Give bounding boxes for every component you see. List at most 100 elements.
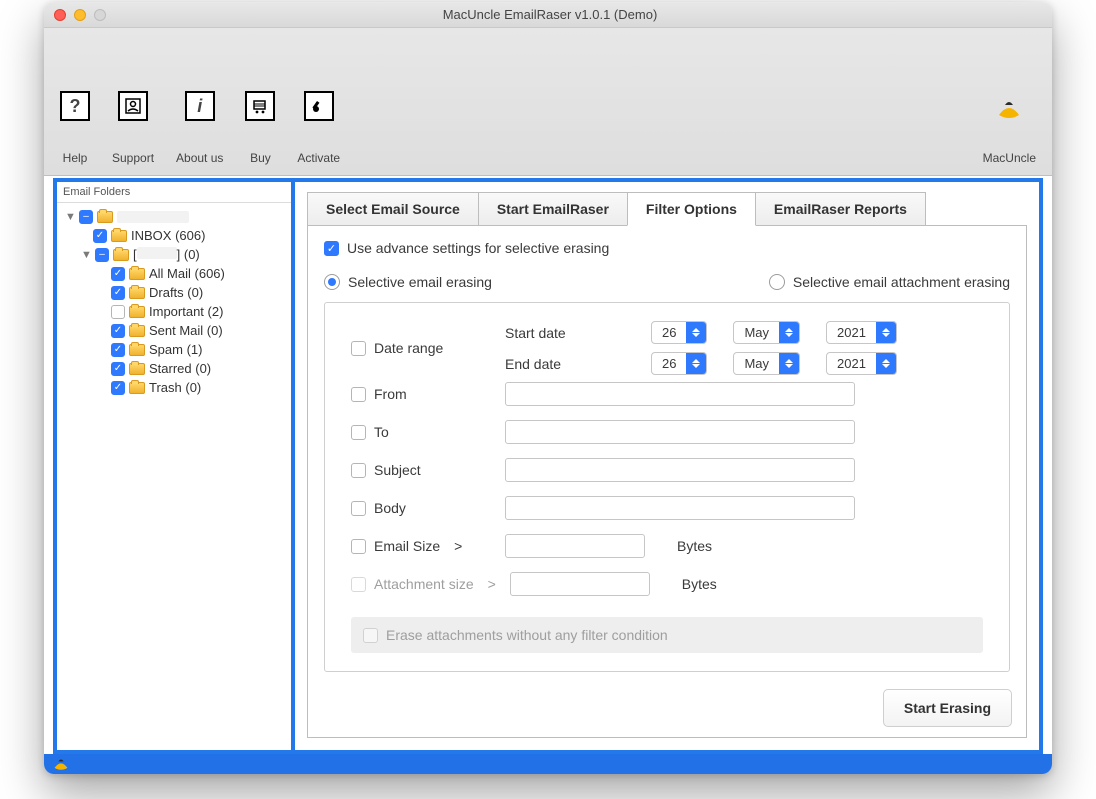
subject-label: Subject bbox=[374, 462, 421, 478]
toolbar-activate[interactable]: Activate bbox=[297, 91, 340, 175]
end-year-select[interactable]: 2021 bbox=[826, 352, 897, 375]
email-size-input[interactable] bbox=[505, 534, 645, 558]
checkbox[interactable]: ✓ bbox=[111, 324, 125, 338]
tree-gmail[interactable]: ▼ – [] (0) bbox=[63, 245, 291, 264]
tab-bar: Select Email Source Start EmailRaser Fil… bbox=[307, 192, 1027, 226]
folder-icon bbox=[129, 287, 145, 299]
traffic-lights bbox=[54, 9, 106, 21]
folder-label: INBOX (606) bbox=[131, 228, 205, 243]
gt-symbol: > bbox=[488, 576, 496, 592]
folder-icon bbox=[129, 268, 145, 280]
folder-label: Sent Mail (0) bbox=[149, 323, 223, 338]
content: Email Folders ▼ – ✓ INBOX (606) ▼ – bbox=[53, 178, 1043, 754]
checkbox[interactable]: ✓ bbox=[111, 343, 125, 357]
disclosure-icon[interactable]: ▼ bbox=[81, 249, 91, 261]
from-label: From bbox=[374, 386, 407, 402]
from-input[interactable] bbox=[505, 382, 855, 406]
toolbar-buy[interactable]: Buy bbox=[245, 91, 275, 175]
end-day-select[interactable]: 26 bbox=[651, 352, 707, 375]
stepper-icon bbox=[686, 322, 706, 343]
advance-settings-row: ✓ Use advance settings for selective era… bbox=[324, 240, 1010, 256]
end-date-label: End date bbox=[505, 356, 595, 372]
selective-email-label: Selective email erasing bbox=[348, 274, 492, 290]
email-size-label: Email Size bbox=[374, 538, 440, 554]
folder-label: Starred (0) bbox=[149, 361, 211, 376]
selective-email-radio[interactable] bbox=[324, 274, 340, 290]
filter-options-panel: ✓ Use advance settings for selective era… bbox=[307, 225, 1027, 738]
toolbar-help-label: Help bbox=[63, 151, 88, 165]
attachment-size-row: Attachment size> Bytes bbox=[351, 565, 983, 603]
advance-settings-checkbox[interactable]: ✓ bbox=[324, 241, 339, 256]
main-panel: Select Email Source Start EmailRaser Fil… bbox=[295, 182, 1039, 750]
status-bar bbox=[44, 754, 1052, 774]
from-checkbox[interactable] bbox=[351, 387, 366, 402]
toolbar-about-label: About us bbox=[176, 151, 223, 165]
checkbox[interactable]: – bbox=[95, 248, 109, 262]
folder-icon bbox=[129, 325, 145, 337]
checkbox[interactable]: ✓ bbox=[111, 286, 125, 300]
tree-sent[interactable]: ✓ Sent Mail (0) bbox=[63, 321, 291, 340]
toolbar-support[interactable]: Support bbox=[112, 91, 154, 175]
start-date-label: Start date bbox=[505, 325, 595, 341]
tree-inbox[interactable]: ✓ INBOX (606) bbox=[63, 226, 291, 245]
tree-root[interactable]: ▼ – bbox=[63, 207, 291, 226]
subject-input[interactable] bbox=[505, 458, 855, 482]
start-month-select[interactable]: May bbox=[733, 321, 800, 344]
start-year-select[interactable]: 2021 bbox=[826, 321, 897, 344]
folder-label: Important (2) bbox=[149, 304, 223, 319]
toolbar: ? Help Support i About us Buy bbox=[44, 28, 1052, 176]
to-input[interactable] bbox=[505, 420, 855, 444]
close-window-button[interactable] bbox=[54, 9, 66, 21]
tree-trash[interactable]: ✓ Trash (0) bbox=[63, 378, 291, 397]
brand: MacUncle bbox=[983, 97, 1036, 175]
bytes-label: Bytes bbox=[677, 538, 712, 554]
tree-important[interactable]: Important (2) bbox=[63, 302, 291, 321]
toolbar-activate-label: Activate bbox=[297, 151, 340, 165]
zoom-window-button[interactable] bbox=[94, 9, 106, 21]
start-erasing-button[interactable]: Start Erasing bbox=[883, 689, 1012, 727]
stepper-icon bbox=[779, 353, 799, 374]
folder-label: Drafts (0) bbox=[149, 285, 203, 300]
to-checkbox[interactable] bbox=[351, 425, 366, 440]
tree-spam[interactable]: ✓ Spam (1) bbox=[63, 340, 291, 359]
tab-start-emailraser[interactable]: Start EmailRaser bbox=[478, 192, 628, 226]
folder-icon bbox=[111, 230, 127, 242]
date-range-label: Date range bbox=[374, 340, 443, 356]
selective-attachment-radio[interactable] bbox=[769, 274, 785, 290]
window-title: MacUncle EmailRaser v1.0.1 (Demo) bbox=[106, 7, 994, 22]
checkbox[interactable]: ✓ bbox=[111, 381, 125, 395]
attachment-size-checkbox bbox=[351, 577, 366, 592]
attachment-size-label: Attachment size bbox=[374, 576, 474, 592]
disclosure-icon[interactable]: ▼ bbox=[65, 211, 75, 223]
tab-select-source[interactable]: Select Email Source bbox=[307, 192, 479, 226]
sidebar: Email Folders ▼ – ✓ INBOX (606) ▼ – bbox=[57, 182, 295, 750]
tree-allmail[interactable]: ✓ All Mail (606) bbox=[63, 264, 291, 283]
date-range-checkbox[interactable] bbox=[351, 341, 366, 356]
folder-icon bbox=[113, 249, 129, 261]
checkbox[interactable]: – bbox=[79, 210, 93, 224]
body-input[interactable] bbox=[505, 496, 855, 520]
checkbox[interactable] bbox=[111, 305, 125, 319]
subject-checkbox[interactable] bbox=[351, 463, 366, 478]
info-icon: i bbox=[185, 91, 215, 121]
app-window: MacUncle EmailRaser v1.0.1 (Demo) ? Help… bbox=[44, 2, 1052, 774]
tree-drafts[interactable]: ✓ Drafts (0) bbox=[63, 283, 291, 302]
checkbox[interactable]: ✓ bbox=[111, 362, 125, 376]
body-checkbox[interactable] bbox=[351, 501, 366, 516]
tab-reports[interactable]: EmailRaser Reports bbox=[755, 192, 926, 226]
checkbox[interactable]: ✓ bbox=[93, 229, 107, 243]
minimize-window-button[interactable] bbox=[74, 9, 86, 21]
stepper-icon bbox=[876, 353, 896, 374]
toolbar-about[interactable]: i About us bbox=[176, 91, 223, 175]
end-month-select[interactable]: May bbox=[733, 352, 800, 375]
email-size-checkbox[interactable] bbox=[351, 539, 366, 554]
account-name-redacted bbox=[117, 211, 189, 223]
titlebar: MacUncle EmailRaser v1.0.1 (Demo) bbox=[44, 2, 1052, 28]
selective-attachment-label: Selective email attachment erasing bbox=[793, 274, 1010, 290]
tab-filter-options[interactable]: Filter Options bbox=[627, 192, 756, 226]
toolbar-help[interactable]: ? Help bbox=[60, 91, 90, 175]
brand-icon bbox=[994, 97, 1024, 121]
tree-starred[interactable]: ✓ Starred (0) bbox=[63, 359, 291, 378]
checkbox[interactable]: ✓ bbox=[111, 267, 125, 281]
start-day-select[interactable]: 26 bbox=[651, 321, 707, 344]
